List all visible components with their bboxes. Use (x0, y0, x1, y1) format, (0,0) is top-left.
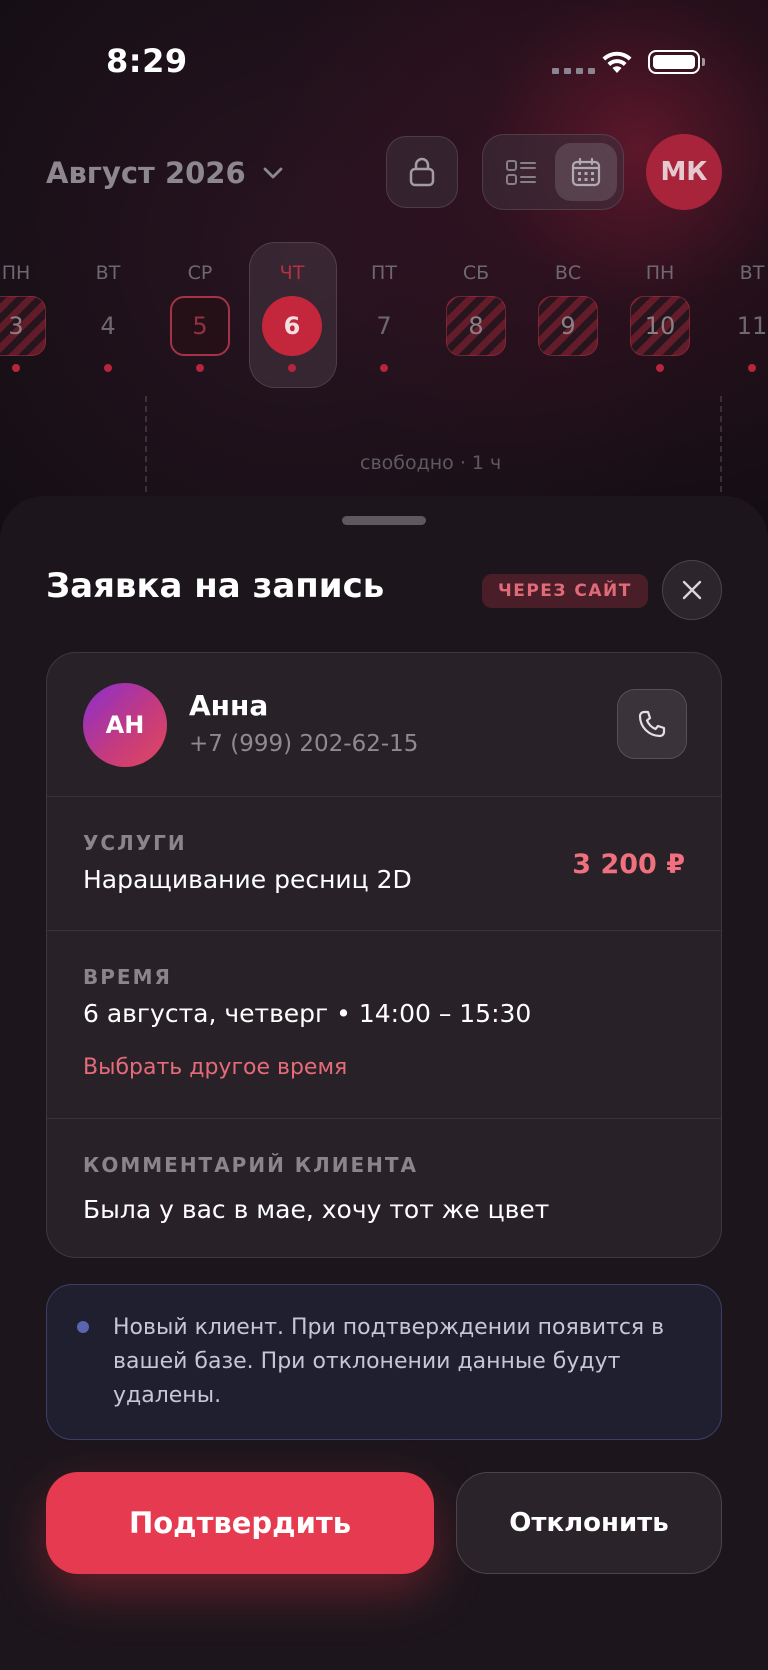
day-number: 9 (538, 296, 598, 356)
appointment-dot (288, 364, 296, 372)
day-name: СР (187, 262, 213, 284)
day-name: ВТ (739, 262, 765, 284)
services-row: УСЛУГИ Наращивание ресниц 2D 3 200 ₽ (47, 797, 721, 931)
wifi-icon (602, 51, 632, 73)
day-number: 5 (170, 296, 230, 356)
status-time: 8:29 (106, 42, 188, 80)
time-row: ВРЕМЯ 6 августа, четверг • 14:00 – 15:30… (47, 931, 721, 1119)
close-button[interactable] (662, 560, 722, 620)
appointment-dot (196, 364, 204, 372)
day-number: 11 (736, 312, 768, 340)
comment-row: КОММЕНТАРИЙ КЛИЕНТА Была у вас в мае, хо… (47, 1119, 721, 1257)
sheet-title: Заявка на запись (46, 566, 385, 606)
day-name: ВС (554, 262, 582, 284)
phone-icon (638, 710, 666, 738)
day-name: СБ (462, 262, 490, 284)
day-item[interactable]: ВТ 4 (68, 240, 148, 390)
month-label: Август 2026 (46, 156, 246, 190)
services-label: УСЛУГИ (83, 831, 187, 855)
client-phone: +7 (999) 202-62-15 (189, 731, 419, 757)
client-name: Анна (189, 689, 269, 722)
appointment-time: 6 августа, четверг • 14:00 – 15:30 (83, 999, 532, 1028)
timeline-divider (145, 396, 147, 492)
time-label: ВРЕМЯ (83, 965, 172, 989)
appointment-dot (656, 364, 664, 372)
confirm-button[interactable]: Подтвердить (46, 1472, 434, 1574)
day-number: 8 (446, 296, 506, 356)
day-item[interactable]: СБ 8 (436, 240, 516, 390)
calendar-screen: 8:29 Август 2026 МК ПН 3 ВТ 4 СР 5 ЧТ 6 … (0, 0, 768, 1670)
lock-button[interactable] (386, 136, 458, 208)
source-badge: ЧЕРЕЗ САЙТ (482, 574, 648, 608)
notice-text: Новый клиент. При подтверждении появится… (113, 1315, 665, 1408)
view-toggle (482, 134, 624, 210)
client-comment: Была у вас в мае, хочу тот же цвет (83, 1195, 550, 1224)
decline-button[interactable]: Отклонить (456, 1472, 722, 1574)
lock-icon (409, 157, 435, 187)
day-name: ПН (645, 262, 675, 284)
comment-label: КОММЕНТАРИЙ КЛИЕНТА (83, 1153, 418, 1177)
day-item[interactable]: СР 5 (160, 240, 240, 390)
day-number: 3 (0, 296, 46, 356)
list-view-button[interactable] (501, 153, 541, 193)
day-item[interactable]: ВС 9 (528, 240, 608, 390)
day-item[interactable]: ВТ 11 (712, 240, 768, 390)
appointment-dot (104, 364, 112, 372)
info-dot-icon (77, 1321, 89, 1333)
appointment-dot (380, 364, 388, 372)
day-name: ПТ (371, 262, 397, 284)
day-item[interactable]: ПН 10 (620, 240, 700, 390)
timeline-divider (720, 396, 722, 492)
day-number: 4 (100, 312, 116, 340)
day-number: 6 (262, 296, 322, 356)
day-item[interactable]: ПТ 7 (344, 240, 424, 390)
battery-icon (648, 50, 705, 74)
cellular-signal-icon (552, 68, 595, 74)
change-time-link[interactable]: Выбрать другое время (83, 1055, 347, 1080)
list-icon (506, 160, 536, 185)
close-icon (682, 580, 702, 600)
calendar-view-button[interactable] (555, 143, 617, 201)
day-item-today[interactable]: ЧТ 6 (252, 240, 332, 390)
day-name: ПН (1, 262, 31, 284)
calendar-icon (571, 157, 601, 187)
new-client-notice: Новый клиент. При подтверждении появится… (46, 1284, 722, 1440)
day-name: ЧТ (279, 262, 305, 284)
appointment-dot (748, 364, 756, 372)
day-number: 7 (376, 312, 392, 340)
service-name: Наращивание ресниц 2D (83, 865, 412, 894)
sheet-grabber[interactable] (342, 516, 426, 525)
day-name: ВТ (95, 262, 121, 284)
booking-details-card: АН Анна +7 (999) 202-62-15 УСЛУГИ Наращи… (46, 652, 722, 1258)
client-avatar: АН (83, 683, 167, 767)
free-slot-label: свободно · 1 ч (360, 452, 502, 474)
client-row: АН Анна +7 (999) 202-62-15 (47, 653, 721, 797)
chevron-down-icon (263, 167, 283, 179)
profile-avatar[interactable]: МК (646, 134, 722, 210)
week-strip: ПН 3 ВТ 4 СР 5 ЧТ 6 ПТ 7 СБ 8 ВС 9 ПН 10… (0, 240, 768, 390)
appointment-dot (12, 364, 20, 372)
service-price: 3 200 ₽ (572, 849, 685, 880)
day-item[interactable]: ПН 3 (0, 240, 56, 390)
month-selector[interactable]: Август 2026 (46, 156, 284, 190)
booking-request-sheet: Заявка на запись ЧЕРЕЗ САЙТ АН Анна +7 (… (0, 496, 768, 1670)
day-number: 10 (630, 296, 690, 356)
call-button[interactable] (617, 689, 687, 759)
